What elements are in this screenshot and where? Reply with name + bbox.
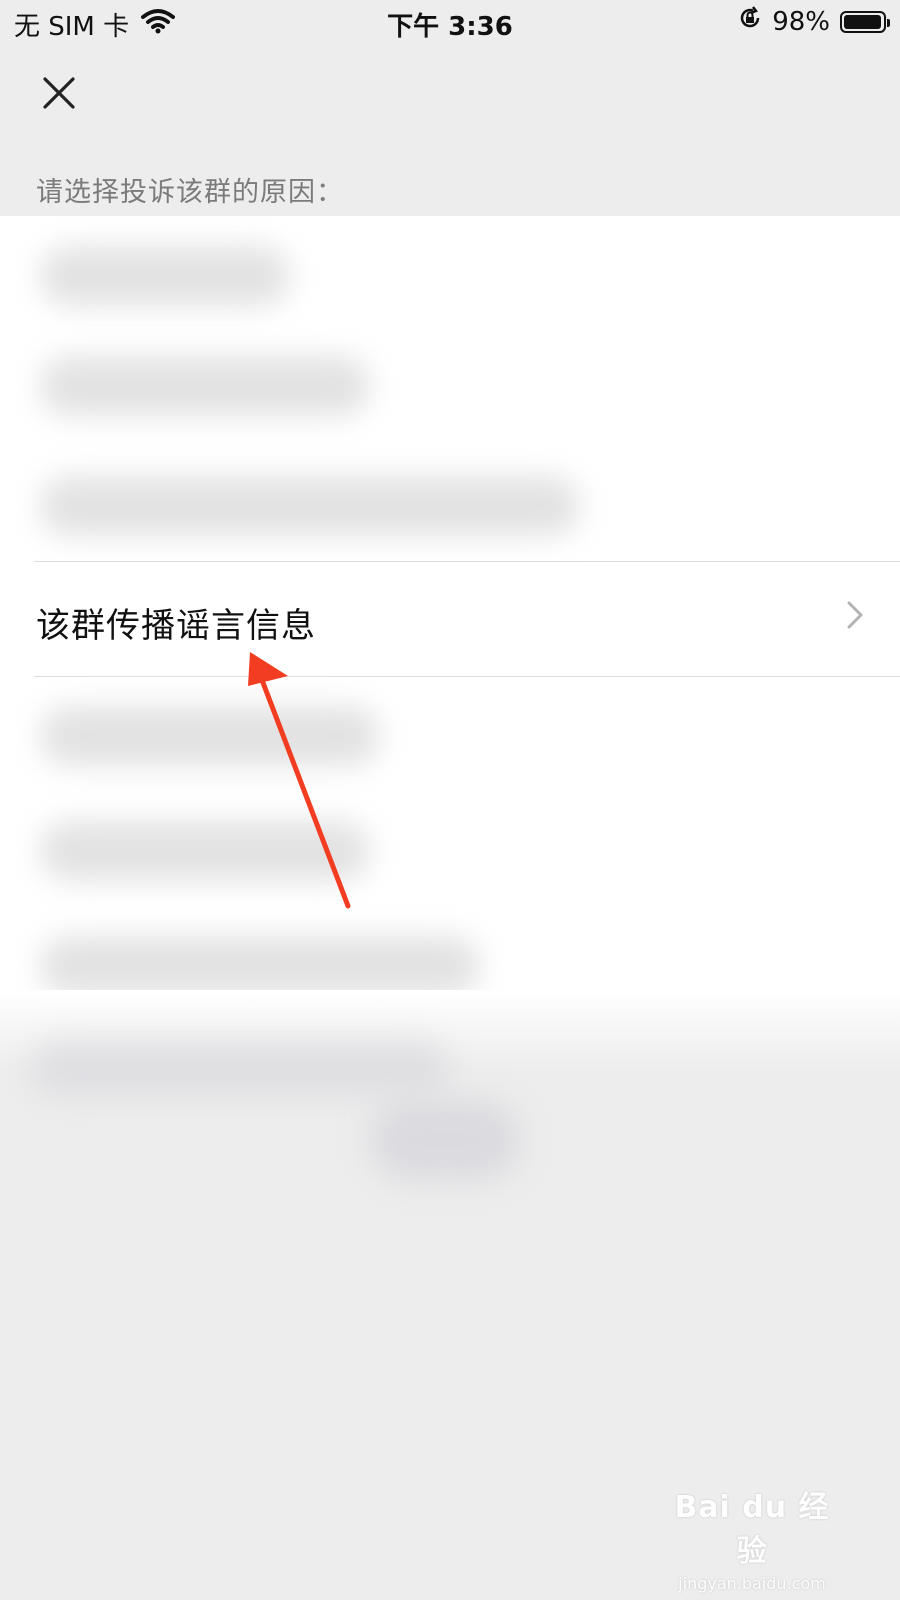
close-button[interactable] [30, 64, 88, 122]
battery-percent: 98% [772, 6, 830, 37]
watermark-logo: Bai du 经验 [674, 1490, 830, 1569]
status-bar: 无 SIM 卡 下午 3:36 98% [0, 0, 900, 44]
blurred-reason-row[interactable] [40, 356, 370, 416]
battery-icon [840, 10, 890, 33]
blurred-reason-row[interactable] [40, 706, 380, 766]
blurred-reason-row[interactable] [40, 476, 580, 536]
status-right: 98% [738, 6, 890, 37]
reason-list: 该群传播谣言信息 [0, 216, 900, 1006]
blurred-submit-button[interactable] [370, 1100, 520, 1180]
close-icon [43, 77, 75, 109]
section-hint: 请选择投诉该群的原因： [36, 177, 344, 208]
baidu-watermark: Bai du 经验 jingyan.baidu.com [662, 1482, 842, 1593]
reason-label: 该群传播谣言信息 [36, 606, 316, 646]
blurred-reason-row[interactable] [40, 246, 290, 306]
blurred-footer-text [30, 1040, 450, 1096]
rotation-lock-icon [738, 6, 762, 37]
blurred-reason-row[interactable] [40, 821, 370, 881]
chevron-right-icon [846, 600, 864, 634]
nav-bar [0, 44, 900, 136]
reason-item-rumor[interactable]: 该群传播谣言信息 [0, 562, 900, 676]
battery-fill [844, 14, 882, 29]
divider [34, 676, 900, 677]
watermark-url: jingyan.baidu.com [678, 1574, 826, 1593]
blurred-reason-row[interactable] [40, 936, 480, 996]
